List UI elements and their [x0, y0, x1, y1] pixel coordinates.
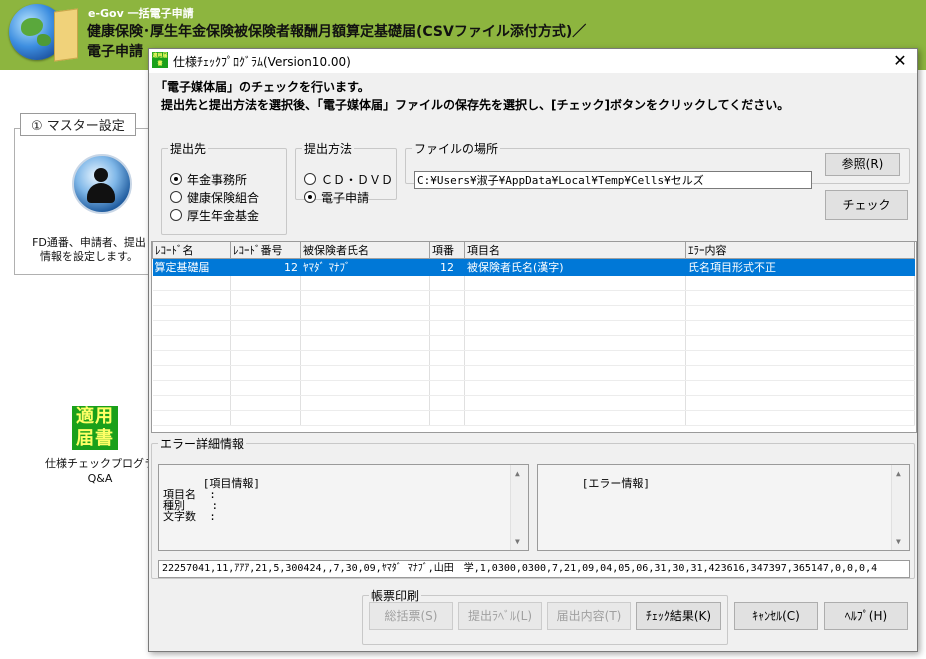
cancel-button[interactable]: ｷｬﾝｾﾙ(C) — [734, 602, 818, 630]
radio-pension-fund[interactable]: 厚生年金基金 — [170, 207, 259, 224]
instruction-text: 提出先と提出方法を選択後、「電子媒体届」ファイルの保存先を選択し、[チェック]ボ… — [161, 98, 790, 112]
column-header[interactable]: 被保険者氏名 — [300, 242, 430, 259]
radio-label: 厚生年金基金 — [187, 209, 260, 223]
empty-row[interactable] — [152, 395, 915, 411]
radio-button[interactable] — [304, 173, 316, 185]
method-group: 提出方法 ＣＤ・ＤＶＤ 電子申請 — [295, 140, 397, 205]
scroll-up-icon[interactable]: ▲ — [515, 468, 520, 479]
empty-row[interactable] — [152, 365, 915, 381]
table-row[interactable]: 算定基礎届 12 ﾔﾏﾀﾞ ﾏﾅﾌﾞ 12 被保険者氏名(漢字) 氏名項目形式不… — [152, 258, 915, 276]
cell-record-number: 12 — [230, 258, 301, 276]
scroll-up-icon[interactable]: ▲ — [896, 468, 901, 479]
radio-pension-office[interactable]: 年金事務所 — [170, 171, 247, 188]
cell-record-name: 算定基礎届 — [152, 258, 231, 276]
scroll-down-icon[interactable]: ▼ — [515, 536, 520, 547]
notification-content-button[interactable]: 届出内容(T) — [547, 602, 631, 630]
help-button[interactable]: ﾍﾙﾌﾟ(H) — [824, 602, 908, 630]
cell-error-content: 氏名項目形式不正 — [685, 258, 915, 276]
cell-item-name: 被保険者氏名(漢字) — [464, 258, 686, 276]
destination-group: 提出先 年金事務所 健康保険組合 厚生年金基金 — [161, 140, 287, 235]
empty-row[interactable] — [152, 380, 915, 396]
empty-row[interactable] — [152, 305, 915, 321]
error-detail-legend: エラー詳細情報 — [160, 437, 245, 451]
column-header[interactable]: 項番 — [429, 242, 465, 259]
radio-label: 健康保険組合 — [187, 191, 260, 205]
scroll-down-icon[interactable]: ▼ — [896, 536, 901, 547]
radio-electronic[interactable]: 電子申請 — [304, 189, 369, 206]
spec-check-dialog: 適用届書 仕様ﾁｪｯｸﾌﾟﾛｸﾞﾗﾑ(Version10.00) ✕ 「電子媒体… — [148, 48, 918, 652]
instruction-heading: 「電子媒体届」のチェックを行います。 — [155, 80, 370, 94]
cell-insured-name: ﾔﾏﾀﾞ ﾏﾅﾌﾞ — [300, 258, 430, 276]
app-icon: 適用届書 — [152, 52, 168, 68]
empty-row[interactable] — [152, 335, 915, 351]
empty-row[interactable] — [152, 290, 915, 306]
tekiyo-todokesho-icon[interactable]: 適用 届書 — [72, 406, 118, 450]
app-subtitle: e-Gov 一括電子申請 — [88, 7, 194, 20]
radio-button[interactable] — [170, 191, 182, 203]
error-info-text: [エラー情報] — [581, 477, 650, 490]
column-header[interactable]: 項目名 — [464, 242, 686, 259]
method-legend: 提出方法 — [304, 142, 353, 156]
destination-legend: 提出先 — [170, 142, 207, 156]
item-info-scrollbar[interactable]: ▲ ▼ — [510, 465, 528, 550]
radio-button-selected[interactable] — [304, 191, 316, 203]
column-header[interactable]: ﾚｺｰﾄﾞ名 — [152, 242, 231, 259]
folder-icon — [54, 8, 78, 62]
empty-row[interactable] — [152, 320, 915, 336]
empty-row[interactable] — [152, 275, 915, 291]
summary-print-button[interactable]: 総括票(S) — [369, 602, 453, 630]
master-settings-tab[interactable]: ① マスター設定 — [20, 113, 136, 136]
cell-item-number: 12 — [429, 258, 465, 276]
file-path-input[interactable]: C:¥Users¥淑子¥AppData¥Local¥Temp¥Cells¥セルズ — [414, 171, 812, 189]
file-location-legend: ファイルの場所 — [414, 142, 499, 156]
user-icon[interactable] — [72, 154, 132, 214]
browse-button[interactable]: 参照(R) — [825, 153, 900, 176]
dialog-titlebar[interactable]: 適用届書 仕様ﾁｪｯｸﾌﾟﾛｸﾞﾗﾑ(Version10.00) ✕ — [149, 49, 917, 73]
column-header[interactable]: ﾚｺｰﾄﾞ番号 — [230, 242, 301, 259]
master-settings-description: FD通番、申請者、提出 情報を設定します。 — [32, 236, 146, 263]
empty-row[interactable] — [152, 350, 915, 366]
close-icon[interactable]: ✕ — [883, 49, 917, 73]
error-info-textbox[interactable]: [エラー情報] ▲ ▼ — [537, 464, 910, 551]
error-detail-group: エラー詳細情報 [項目情報] 項目名 : 種別 : 文字数 : ▲ ▼ [エラー… — [151, 435, 915, 579]
radio-label: ＣＤ・ＤＶＤ — [321, 173, 394, 187]
app-title-line1: 健康保険･厚生年金保険被保険者報酬月額算定基礎届(CSVファイル添付方式)／ — [87, 24, 587, 40]
check-result-button[interactable]: ﾁｪｯｸ結果(K) — [636, 602, 721, 630]
item-info-text: [項目情報] 項目名 : 種別 : 文字数 : — [163, 477, 260, 523]
error-info-scrollbar[interactable]: ▲ ▼ — [891, 465, 909, 550]
radio-button-selected[interactable] — [170, 173, 182, 185]
submission-label-button[interactable]: 提出ﾗﾍﾞﾙ(L) — [458, 602, 542, 630]
grid-header-row: ﾚｺｰﾄﾞ名 ﾚｺｰﾄﾞ番号 被保険者氏名 項番 項目名 ｴﾗｰ内容 — [152, 242, 915, 259]
check-button[interactable]: チェック — [825, 190, 908, 220]
radio-button[interactable] — [170, 209, 182, 221]
radio-label: 電子申請 — [321, 191, 370, 205]
radio-label: 年金事務所 — [187, 173, 248, 187]
radio-health-insurance-union[interactable]: 健康保険組合 — [170, 189, 259, 206]
error-results-grid[interactable]: ﾚｺｰﾄﾞ名 ﾚｺｰﾄﾞ番号 被保険者氏名 項番 項目名 ｴﾗｰ内容 算定基礎届… — [151, 241, 917, 433]
column-header[interactable]: ｴﾗｰ内容 — [685, 242, 915, 259]
radio-cd-dvd[interactable]: ＣＤ・ＤＶＤ — [304, 171, 393, 188]
dialog-title: 仕様ﾁｪｯｸﾌﾟﾛｸﾞﾗﾑ(Version10.00) — [173, 55, 351, 69]
item-info-textbox[interactable]: [項目情報] 項目名 : 種別 : 文字数 : ▲ ▼ — [158, 464, 529, 551]
record-data-field[interactable]: 22257041,11,ｱｱｱ,21,5,300424,,7,30,09,ﾔﾏﾀ… — [158, 560, 910, 578]
empty-row[interactable] — [152, 410, 915, 426]
